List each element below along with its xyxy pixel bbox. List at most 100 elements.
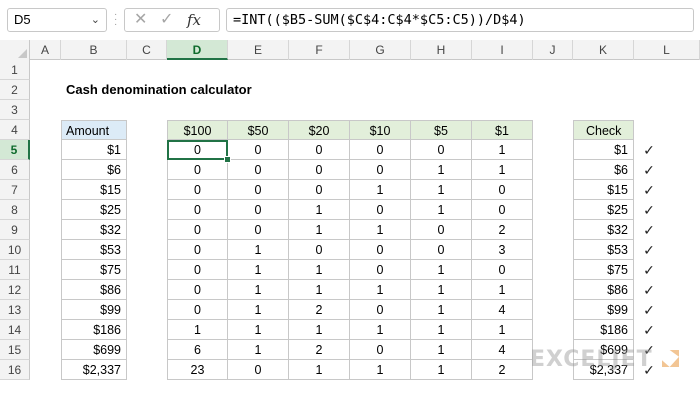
amount-cell[interactable]: $32: [61, 220, 127, 240]
count-cell[interactable]: 1: [350, 220, 411, 240]
check-cell[interactable]: $75: [573, 260, 634, 280]
row-header-6[interactable]: 6: [0, 160, 30, 180]
check-header[interactable]: Check: [573, 120, 634, 140]
amount-cell[interactable]: $1: [61, 140, 127, 160]
count-cell[interactable]: 1: [472, 140, 533, 160]
denomination-header[interactable]: $20: [289, 120, 350, 140]
amount-cell[interactable]: $6: [61, 160, 127, 180]
check-cell[interactable]: $32: [573, 220, 634, 240]
check-cell[interactable]: $1: [573, 140, 634, 160]
denomination-header[interactable]: $10: [350, 120, 411, 140]
count-cell[interactable]: 1: [411, 340, 472, 360]
count-cell[interactable]: 2: [472, 360, 533, 380]
denomination-header[interactable]: $50: [228, 120, 289, 140]
row-header-15[interactable]: 15: [0, 340, 30, 360]
row-header-4[interactable]: 4: [0, 120, 30, 140]
amount-cell[interactable]: $75: [61, 260, 127, 280]
row-header-1[interactable]: 1: [0, 60, 30, 80]
count-cell[interactable]: 23: [167, 360, 228, 380]
count-cell[interactable]: 0: [472, 200, 533, 220]
count-cell[interactable]: 0: [228, 220, 289, 240]
column-header-f[interactable]: F: [289, 40, 350, 60]
row-header-8[interactable]: 8: [0, 200, 30, 220]
count-cell[interactable]: 0: [350, 200, 411, 220]
count-cell[interactable]: 1: [411, 300, 472, 320]
amount-cell[interactable]: $99: [61, 300, 127, 320]
row-header-2[interactable]: 2: [0, 80, 30, 100]
count-cell[interactable]: 0: [228, 200, 289, 220]
count-cell[interactable]: 0: [350, 160, 411, 180]
check-cell[interactable]: $15: [573, 180, 634, 200]
count-cell[interactable]: 1: [411, 200, 472, 220]
insert-function-button[interactable]: fx: [187, 10, 201, 30]
count-cell[interactable]: 1: [411, 280, 472, 300]
formula-input[interactable]: =INT(($B5-SUM($C$4:C$4*$C5:C5))/D$4): [226, 8, 694, 32]
amount-cell[interactable]: $53: [61, 240, 127, 260]
count-cell[interactable]: 1: [228, 340, 289, 360]
column-header-c[interactable]: C: [127, 40, 167, 60]
denomination-header[interactable]: $100: [167, 120, 228, 140]
count-cell[interactable]: 0: [411, 220, 472, 240]
row-header-9[interactable]: 9: [0, 220, 30, 240]
count-cell[interactable]: 0: [350, 140, 411, 160]
count-cell[interactable]: 1: [472, 280, 533, 300]
count-cell[interactable]: 1: [289, 260, 350, 280]
check-cell[interactable]: $99: [573, 300, 634, 320]
column-header-k[interactable]: K: [573, 40, 634, 60]
name-box[interactable]: D5 ⌄: [7, 8, 107, 32]
amount-cell[interactable]: $25: [61, 200, 127, 220]
row-header-13[interactable]: 13: [0, 300, 30, 320]
count-cell[interactable]: 0: [167, 220, 228, 240]
count-cell[interactable]: 0: [228, 360, 289, 380]
column-header-e[interactable]: E: [228, 40, 289, 60]
count-cell[interactable]: 0: [411, 240, 472, 260]
row-header-12[interactable]: 12: [0, 280, 30, 300]
count-cell[interactable]: 0: [289, 140, 350, 160]
count-cell[interactable]: 0: [472, 260, 533, 280]
amount-cell[interactable]: $15: [61, 180, 127, 200]
count-cell[interactable]: 1: [411, 160, 472, 180]
count-cell[interactable]: 2: [289, 300, 350, 320]
count-cell[interactable]: 1: [350, 180, 411, 200]
amount-cell[interactable]: $86: [61, 280, 127, 300]
column-header-g[interactable]: G: [350, 40, 411, 60]
chevron-down-icon[interactable]: ⌄: [91, 9, 100, 31]
column-header-j[interactable]: J: [533, 40, 573, 60]
count-cell[interactable]: 1: [289, 280, 350, 300]
close-icon[interactable]: ✕: [134, 10, 147, 30]
count-cell[interactable]: 1: [228, 280, 289, 300]
row-header-16[interactable]: 16: [0, 360, 30, 380]
count-cell[interactable]: 0: [228, 180, 289, 200]
count-cell[interactable]: 1: [289, 320, 350, 340]
count-cell[interactable]: 1: [350, 320, 411, 340]
count-cell[interactable]: 0: [350, 240, 411, 260]
count-cell[interactable]: 0: [289, 240, 350, 260]
count-cell[interactable]: 0: [167, 200, 228, 220]
count-cell[interactable]: 1: [289, 360, 350, 380]
count-cell[interactable]: 0: [228, 140, 289, 160]
denomination-header[interactable]: $5: [411, 120, 472, 140]
column-header-a[interactable]: A: [30, 40, 61, 60]
row-header-14[interactable]: 14: [0, 320, 30, 340]
column-header-d[interactable]: D: [167, 40, 228, 60]
check-cell[interactable]: $186: [573, 320, 634, 340]
count-cell[interactable]: 0: [350, 300, 411, 320]
amount-cell[interactable]: $186: [61, 320, 127, 340]
count-cell[interactable]: 1: [411, 260, 472, 280]
count-cell[interactable]: 1: [228, 240, 289, 260]
row-header-5[interactable]: 5: [0, 140, 30, 160]
drag-handle-icon[interactable]: · · ·: [114, 10, 118, 30]
fill-handle[interactable]: [224, 156, 231, 163]
count-cell[interactable]: 1: [289, 220, 350, 240]
amount-header[interactable]: Amount: [61, 120, 127, 140]
row-header-7[interactable]: 7: [0, 180, 30, 200]
check-cell[interactable]: $53: [573, 240, 634, 260]
column-header-h[interactable]: H: [411, 40, 472, 60]
count-cell[interactable]: 1: [472, 160, 533, 180]
count-cell[interactable]: 0: [167, 280, 228, 300]
count-cell[interactable]: 0: [411, 140, 472, 160]
count-cell[interactable]: 0: [289, 160, 350, 180]
row-header-10[interactable]: 10: [0, 240, 30, 260]
count-cell[interactable]: 0: [167, 260, 228, 280]
count-cell[interactable]: 1: [289, 200, 350, 220]
